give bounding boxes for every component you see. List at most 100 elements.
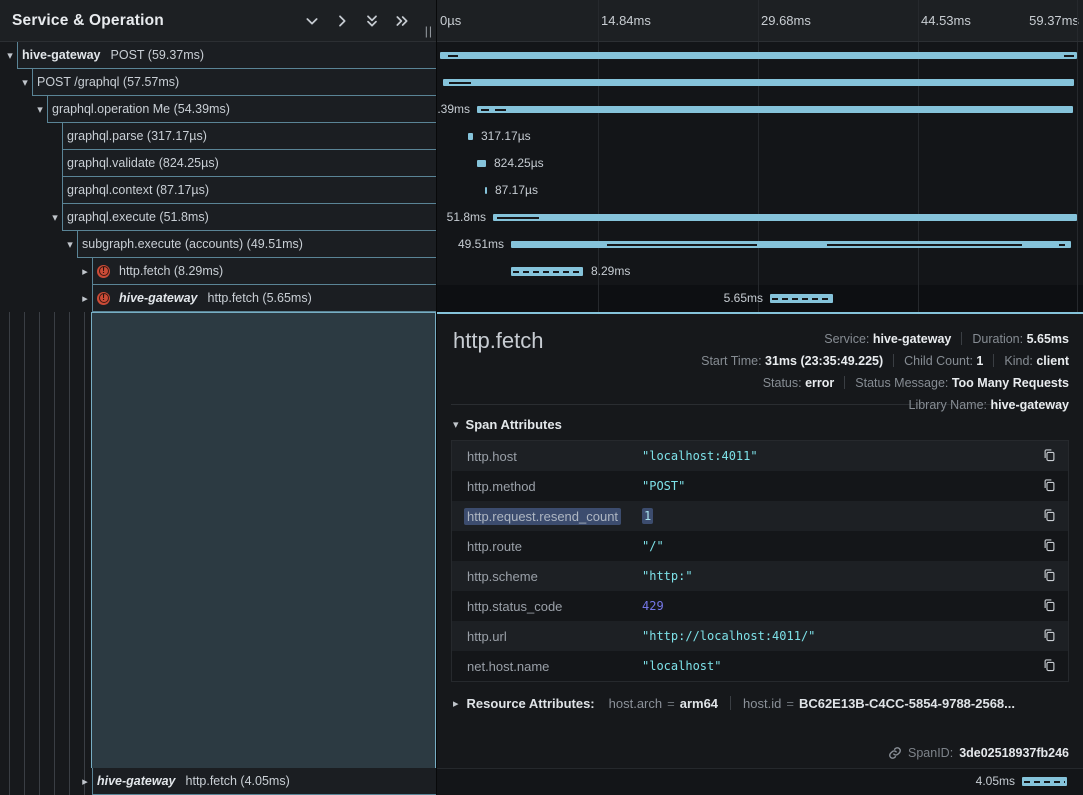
timeline-row[interactable]: 49.51ms <box>437 231 1083 258</box>
axis-tick-label: 44.53ms <box>921 13 971 28</box>
span-duration-label: 317.17µs <box>481 129 531 143</box>
span-duration-bar[interactable] <box>493 214 1077 221</box>
tree-row[interactable]: ▾subgraph.execute (accounts) (49.51ms) <box>77 231 436 258</box>
chevron-down-icon[interactable]: ▾ <box>19 76 31 89</box>
timeline-row[interactable]: 54.39ms <box>437 96 1083 123</box>
span-duration-bar[interactable] <box>468 133 473 140</box>
timeline-row[interactable]: 8.29ms <box>437 258 1083 285</box>
span-duration-bar[interactable] <box>1022 777 1067 786</box>
attribute-key-text: http.url <box>464 628 510 645</box>
time-axis: 0µs14.84ms29.68ms44.53ms59.37ms <box>437 0 1083 42</box>
timeline-row[interactable]: 57.57ms <box>437 69 1083 96</box>
error-icon <box>97 292 110 305</box>
error-icon <box>97 265 110 278</box>
attribute-value: "/" <box>642 539 1042 553</box>
span-duration-bar[interactable] <box>477 160 486 167</box>
axis-tick-label: 14.84ms <box>601 13 651 28</box>
copy-icon[interactable] <box>1042 658 1058 674</box>
attribute-key: http.route <box>464 539 642 554</box>
chevron-down-icon[interactable]: ▾ <box>34 103 46 116</box>
span-duration-label: 4.05ms <box>976 774 1015 788</box>
copy-icon[interactable] <box>1042 628 1058 644</box>
tree-row[interactable]: graphql.validate (824.25µs) <box>62 150 436 177</box>
panel-resize-handle[interactable]: || <box>425 24 433 38</box>
tree-row[interactable]: ▾graphql.operation Me (54.39ms) <box>47 96 436 123</box>
tree-row[interactable]: graphql.context (87.17µs) <box>62 177 436 204</box>
attribute-row[interactable]: http.request.resend_count1 <box>452 501 1068 531</box>
expand-all-icon[interactable] <box>394 13 410 29</box>
timeline-row[interactable]: 59.37ms <box>437 42 1083 69</box>
copy-icon[interactable] <box>1042 478 1058 494</box>
meta-value: hive-gateway <box>873 332 952 346</box>
tree-row[interactable]: ▾hive-gatewayPOST (59.37ms) <box>17 42 436 69</box>
tree-row[interactable]: ▸http.fetch (8.29ms) <box>92 258 436 285</box>
copy-icon[interactable] <box>1042 538 1058 554</box>
attribute-key: http.status_code <box>464 599 642 614</box>
child-span-mark <box>1064 55 1074 57</box>
span-duration-bar[interactable] <box>485 187 487 194</box>
copy-icon[interactable] <box>1042 508 1058 524</box>
span-duration-bar[interactable] <box>443 79 1074 86</box>
timeline-gridline <box>598 285 599 312</box>
chevron-right-icon[interactable]: ▸ <box>79 265 91 278</box>
attribute-row[interactable]: http.scheme"http:" <box>452 561 1068 591</box>
span-label: POST /graphql (57.57ms) <box>37 75 179 89</box>
meta-divider <box>893 354 894 367</box>
copy-icon[interactable] <box>1042 448 1058 464</box>
span-duration-bar[interactable] <box>511 267 583 276</box>
chevron-down-icon[interactable]: ▾ <box>49 211 61 224</box>
attribute-value-text: "POST" <box>642 479 685 493</box>
chevron-right-icon[interactable]: ▸ <box>79 292 91 305</box>
attribute-key-text: http.method <box>464 478 539 495</box>
tree-row[interactable]: ▸hive-gatewayhttp.fetch (5.65ms) <box>92 285 436 312</box>
span-detail-header: http.fetch Service: hive-gatewayDuration… <box>437 314 1083 360</box>
meta-divider <box>961 332 962 345</box>
resource-attributes-row[interactable]: ▸ Resource Attributes: host.arch=arm64ho… <box>453 696 1067 711</box>
timeline-row[interactable]: 824.25µs <box>437 150 1083 177</box>
resource-attributes-items: host.arch=arm64host.id=BC62E13B-C4CC-585… <box>609 696 1015 711</box>
collapse-all-icon[interactable] <box>364 13 380 29</box>
span-label: graphql.parse (317.17µs) <box>67 129 207 143</box>
chevron-right-icon[interactable]: ▸ <box>79 775 91 788</box>
span-duration-bar[interactable] <box>770 294 833 303</box>
span-meta-line: Service: hive-gatewayDuration: 5.65ms <box>701 328 1069 350</box>
equals-sign: = <box>667 696 675 711</box>
selected-span-region[interactable] <box>91 312 436 768</box>
timeline-gridline <box>918 285 919 312</box>
timeline-row[interactable]: 4.05ms <box>437 768 1083 795</box>
attribute-key: http.url <box>464 629 642 644</box>
chevron-down-icon[interactable]: ▾ <box>4 49 16 62</box>
copy-icon[interactable] <box>1042 598 1058 614</box>
span-duration-label: 5.65ms <box>724 291 763 305</box>
span-duration-bar[interactable] <box>440 52 1077 59</box>
meta-label: Kind: <box>1004 354 1036 368</box>
meta-value: Too Many Requests <box>952 376 1069 390</box>
attribute-row[interactable]: http.url"http://localhost:4011/" <box>452 621 1068 651</box>
copy-icon[interactable] <box>1042 568 1058 584</box>
attribute-row[interactable]: http.host"localhost:4011" <box>452 441 1068 471</box>
expand-one-icon[interactable] <box>334 13 350 29</box>
link-icon <box>888 746 902 760</box>
timeline-row[interactable]: 51.8ms <box>437 204 1083 231</box>
attribute-row[interactable]: http.method "POST" <box>452 471 1068 501</box>
attribute-row[interactable]: http.route"/" <box>452 531 1068 561</box>
tree-row[interactable]: ▾POST /graphql (57.57ms) <box>32 69 436 96</box>
span-id-value: 3de02518937fb246 <box>959 746 1069 760</box>
span-attributes-toggle[interactable]: ▾ Span Attributes <box>453 417 1083 432</box>
chevron-down-icon[interactable]: ▾ <box>64 238 76 251</box>
tree-row[interactable]: ▾graphql.execute (51.8ms) <box>62 204 436 231</box>
collapse-one-icon[interactable] <box>304 13 320 29</box>
timeline-row[interactable]: 5.65ms <box>437 285 1083 312</box>
tree-row[interactable]: ▸hive-gatewayhttp.fetch (4.05ms) <box>92 768 436 795</box>
meta-divider <box>844 376 845 389</box>
span-duration-bar[interactable] <box>477 106 1073 113</box>
panel-title: Service & Operation <box>12 12 164 30</box>
timeline-row[interactable]: 87.17µs <box>437 177 1083 204</box>
tree-row[interactable]: graphql.parse (317.17µs) <box>62 123 436 150</box>
attribute-value: 1 <box>642 509 1042 523</box>
timeline-row[interactable]: 317.17µs <box>437 123 1083 150</box>
span-meta-line: Start Time: 31ms (23:35:49.225)Child Cou… <box>701 350 1069 372</box>
attribute-row[interactable]: net.host.name"localhost" <box>452 651 1068 681</box>
timeline-gridline <box>598 0 599 41</box>
attribute-row[interactable]: http.status_code429 <box>452 591 1068 621</box>
